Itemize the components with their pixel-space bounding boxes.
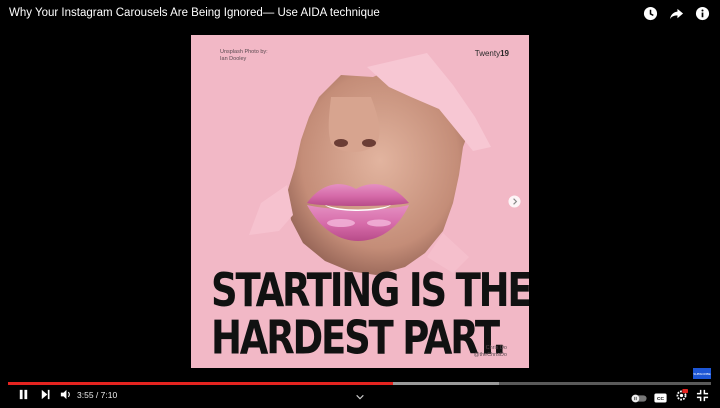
watch-later-icon[interactable]: [643, 6, 658, 21]
photo-credit: Unsplash Photo by: Ian Dooley: [220, 49, 268, 63]
carousel-slide: Unsplash Photo by: Ian Dooley Twenty19 S…: [191, 35, 529, 368]
time-display: 3:55 / 7:10: [77, 390, 117, 400]
photo-credit-label: Unsplash Photo by:: [220, 49, 268, 55]
settings-icon[interactable]: [675, 389, 688, 407]
pause-icon[interactable]: [17, 388, 30, 406]
slide-author: Chris Do @theChrisDo: [474, 345, 507, 359]
author-handle: @theChrisDo: [473, 352, 507, 358]
brand-prefix: Twenty: [474, 49, 501, 58]
author-name: Chris Do: [485, 345, 507, 351]
autoplay-toggle-icon[interactable]: [631, 390, 647, 408]
player-controls: 3:55 / 7:10 CC: [0, 388, 720, 405]
next-slide-arrow-icon[interactable]: [508, 195, 521, 208]
next-icon[interactable]: [39, 388, 52, 406]
photo-credit-name: Ian Dooley: [220, 56, 247, 62]
subscribe-button[interactable]: SUBSCRIBE: [693, 368, 711, 379]
captions-icon[interactable]: CC: [654, 390, 667, 408]
share-icon[interactable]: [669, 6, 684, 21]
headline-line-1: STARTING IS THE: [211, 263, 529, 317]
fullscreen-exit-icon[interactable]: [696, 389, 709, 407]
top-actions: [643, 6, 710, 21]
info-icon[interactable]: [695, 6, 710, 21]
brand-suffix: 19: [500, 49, 509, 58]
progress-played: [8, 382, 393, 385]
brand-logo: Twenty19: [475, 49, 509, 58]
svg-text:CC: CC: [657, 396, 665, 402]
duration: 7:10: [100, 390, 118, 400]
volume-icon[interactable]: [59, 388, 72, 406]
time-separator: /: [93, 390, 101, 400]
chevron-down-icon[interactable]: [355, 389, 365, 407]
video-title: Why Your Instagram Carousels Are Being I…: [9, 7, 380, 19]
progress-bar[interactable]: [8, 382, 711, 385]
current-time: 3:55: [77, 390, 94, 400]
